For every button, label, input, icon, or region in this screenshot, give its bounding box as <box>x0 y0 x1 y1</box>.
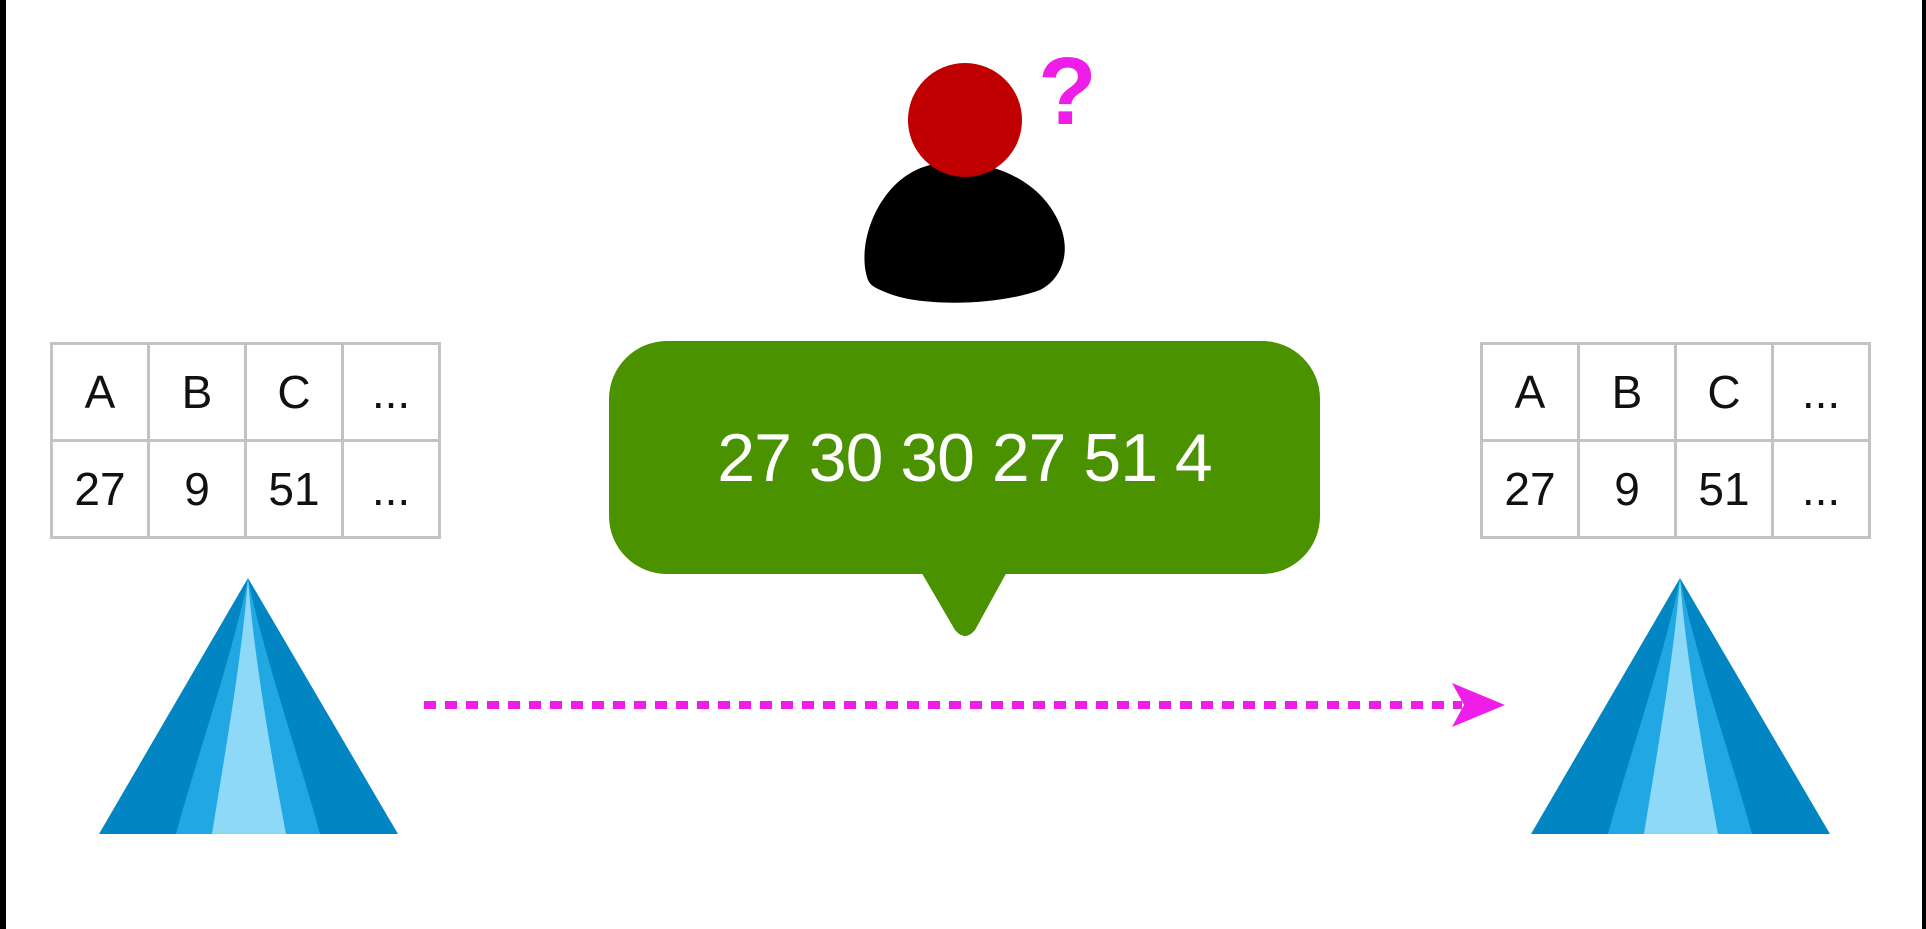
right-table-data-row: 27 9 51 ... <box>1480 439 1871 539</box>
speech-bubble: 27 30 30 27 51 4 <box>609 341 1320 574</box>
left-table-header-cell: B <box>147 342 247 442</box>
left-table-header-cell: A <box>50 342 150 442</box>
speech-bubble-text: 27 30 30 27 51 4 <box>717 419 1212 496</box>
left-table-header-cell: C <box>244 342 344 442</box>
left-table-data-row: 27 9 51 ... <box>50 439 441 539</box>
right-table: A B C ... 27 9 51 ... <box>1480 342 1871 539</box>
right-table-cell: 51 <box>1674 439 1774 539</box>
left-table-cell: ... <box>341 439 441 539</box>
pyramid-icon-left <box>99 578 398 834</box>
person-body-icon <box>864 162 1065 303</box>
right-table-header-cell: A <box>1480 342 1580 442</box>
right-table-header-row: A B C ... <box>1480 342 1871 442</box>
left-table-cell: 9 <box>147 439 247 539</box>
right-table-cell: 9 <box>1577 439 1677 539</box>
right-table-header-cell: ... <box>1771 342 1871 442</box>
speech-bubble-tail <box>920 570 1008 636</box>
right-table-header-cell: C <box>1674 342 1774 442</box>
pyramid-icon-right <box>1531 578 1830 834</box>
left-table-header-cell: ... <box>341 342 441 442</box>
left-table-cell: 51 <box>244 439 344 539</box>
right-table-cell: 27 <box>1480 439 1580 539</box>
person-head-icon <box>908 63 1022 177</box>
left-table-cell: 27 <box>50 439 150 539</box>
question-mark: ? <box>1038 38 1097 145</box>
left-table-header-row: A B C ... <box>50 342 441 442</box>
left-table: A B C ... 27 9 51 ... <box>50 342 441 539</box>
right-table-cell: ... <box>1771 439 1871 539</box>
right-table-header-cell: B <box>1577 342 1677 442</box>
